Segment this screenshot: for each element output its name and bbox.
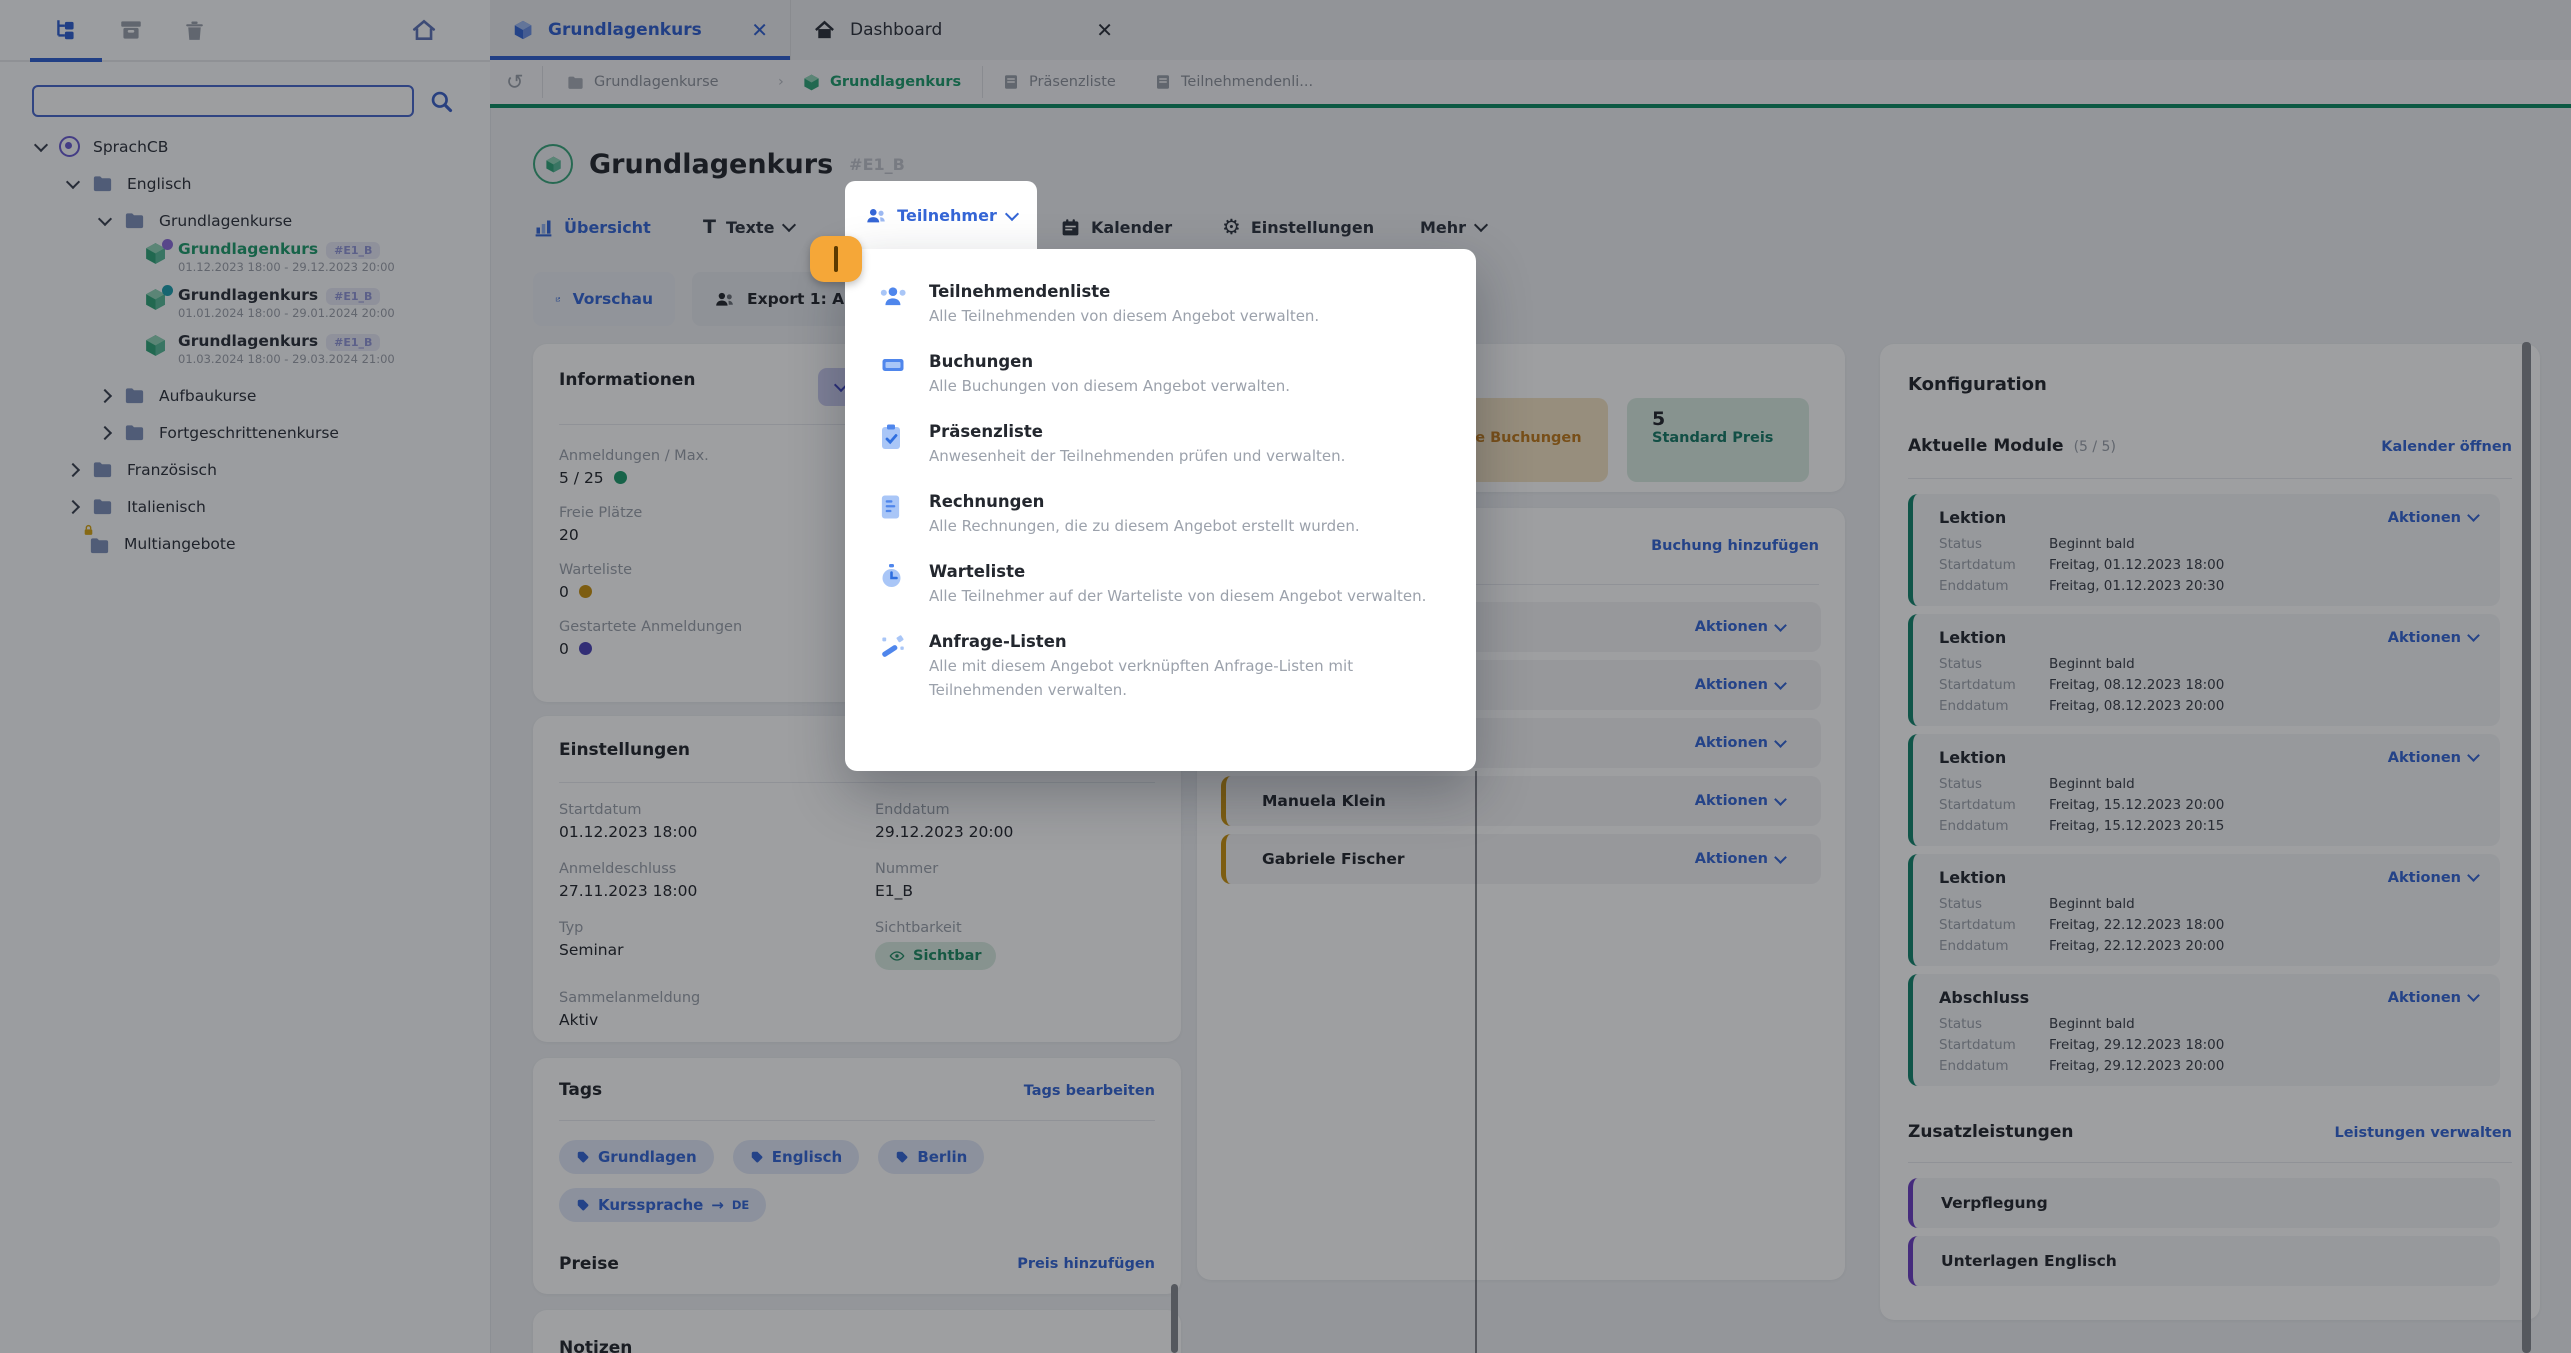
menu-item-buchungen[interactable]: BuchungenAlle Buchungen von diesem Angeb… [879, 349, 1438, 398]
invoice-icon [879, 489, 909, 538]
menu-item-teilnehmendenliste[interactable]: TeilnehmendenlisteAlle Teilnehmenden von… [879, 279, 1438, 328]
magic-wand-icon [879, 629, 909, 702]
menu-item-praesenzliste[interactable]: PräsenzlisteAnwesenheit der Teilnehmende… [879, 419, 1438, 468]
spotlight-guide-line [1475, 771, 1477, 1353]
people-icon [865, 205, 887, 227]
menu-item-warteliste[interactable]: WartelisteAlle Teilnehmer auf der Wartel… [879, 559, 1438, 608]
tutorial-cursor-badge [810, 236, 862, 282]
chevron-down-icon [1005, 206, 1019, 220]
clipboard-check-icon [879, 419, 909, 468]
ticket-icon [879, 349, 909, 398]
teilnehmer-dropdown-menu: TeilnehmendenlisteAlle Teilnehmenden von… [845, 249, 1476, 771]
tab-teilnehmer-spotlight[interactable]: Teilnehmer [845, 181, 1037, 250]
app-window: SprachCB Englisch Grundlagenkurse Grundl… [0, 0, 2571, 1353]
stopwatch-icon [879, 559, 909, 608]
menu-item-anfrage-listen[interactable]: Anfrage-ListenAlle mit diesem Angebot ve… [879, 629, 1438, 702]
people-icon [879, 279, 909, 328]
menu-item-rechnungen[interactable]: RechnungenAlle Rechnungen, die zu diesem… [879, 489, 1438, 538]
